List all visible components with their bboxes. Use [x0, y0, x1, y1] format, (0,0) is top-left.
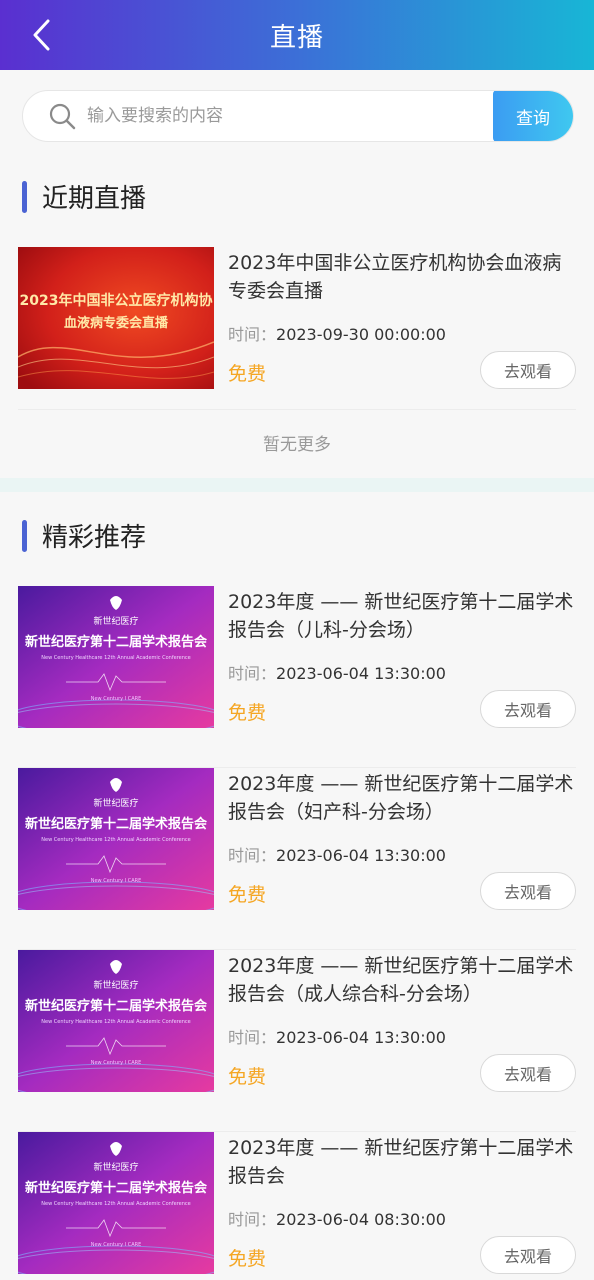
svg-text:New Century Healthcare 12th An: New Century Healthcare 12th Annual Acade…: [41, 655, 190, 661]
item-price: 免费: [228, 1066, 267, 1088]
section-divider: [0, 478, 594, 492]
watch-button[interactable]: 去观看: [480, 690, 576, 728]
search-bar: 查询: [22, 90, 574, 142]
svg-text:New Century Healthcare 12th An: New Century Healthcare 12th Annual Acade…: [41, 837, 190, 843]
section-recent-title: 近期直播: [22, 178, 146, 215]
watch-button[interactable]: 去观看: [480, 872, 576, 910]
item-title: 2023年度 —— 新世纪医疗第十二届学术报告会（成人综合科-分会场）: [228, 955, 574, 1005]
item-price: 免费: [228, 1248, 267, 1270]
section-accent-bar: [22, 519, 27, 552]
svg-text:新世纪医疗第十二届学术报告会: 新世纪医疗第十二届学术报告会: [25, 998, 208, 1014]
list-item[interactable]: 新世纪医疗 新世纪医疗第十二届学术报告会 New Century Healthc…: [18, 950, 576, 1132]
section-featured-label: 精彩推荐: [42, 523, 147, 553]
item-title: 2023年度 —— 新世纪医疗第十二届学术报告会（妇产科-分会场）: [228, 773, 574, 823]
list-item[interactable]: 2023年中国非公立医疗机构协 血液病专委会直播 2023年中国非公立医疗机构协…: [18, 247, 576, 410]
conference-thumbnail: 新世纪医疗 新世纪医疗第十二届学术报告会 New Century Healthc…: [18, 950, 214, 1092]
watch-button[interactable]: 去观看: [480, 1236, 576, 1274]
svg-text:新世纪医疗第十二届学术报告会: 新世纪医疗第十二届学术报告会: [25, 816, 208, 832]
item-title: 2023年中国非公立医疗机构协会血液病专委会直播: [228, 252, 562, 302]
conference-thumbnail: 新世纪医疗 新世纪医疗第十二届学术报告会 New Century Healthc…: [18, 768, 214, 910]
conference-thumbnail: 新世纪医疗 新世纪医疗第十二届学术报告会 New Century Healthc…: [18, 586, 214, 728]
svg-text:新世纪医疗: 新世纪医疗: [93, 615, 138, 627]
chevron-left-icon: [33, 19, 50, 51]
item-title: 2023年度 —— 新世纪医疗第十二届学术报告会（儿科-分会场）: [228, 591, 574, 641]
item-time: 时间：2023-06-04 13:30:00: [228, 1028, 446, 1047]
section-recent-label: 近期直播: [42, 184, 147, 214]
no-more-text: 暂无更多: [263, 435, 331, 455]
list-item[interactable]: 新世纪医疗 新世纪医疗第十二届学术报告会 New Century Healthc…: [18, 1132, 576, 1280]
svg-text:新世纪医疗: 新世纪医疗: [93, 979, 138, 991]
item-price: 免费: [228, 702, 267, 724]
page-title: 直播: [269, 22, 324, 53]
list-item[interactable]: 新世纪医疗 新世纪医疗第十二届学术报告会 New Century Healthc…: [18, 768, 576, 950]
item-title: 2023年度 —— 新世纪医疗第十二届学术报告会: [228, 1137, 574, 1187]
live-thumbnail: 2023年中国非公立医疗机构协 血液病专委会直播: [18, 247, 214, 389]
top-bar: 直播: [0, 0, 594, 70]
svg-text:New Century I CARE: New Century I CARE: [91, 1060, 142, 1066]
svg-text:New Century I CARE: New Century I CARE: [91, 696, 142, 702]
svg-text:新世纪医疗: 新世纪医疗: [93, 797, 138, 809]
section-accent-bar: [22, 180, 27, 213]
search-icon: [49, 103, 76, 130]
item-time: 时间：2023-06-04 08:30:00: [228, 1210, 446, 1229]
item-time: 时间：2023-09-30 00:00:00: [228, 325, 446, 344]
svg-text:血液病专委会直播: 血液病专委会直播: [64, 315, 169, 331]
conference-thumbnail: 新世纪医疗 新世纪医疗第十二届学术报告会 New Century Healthc…: [18, 1132, 214, 1274]
watch-button[interactable]: 去观看: [480, 351, 576, 389]
list-item[interactable]: 新世纪医疗 新世纪医疗第十二届学术报告会 New Century Healthc…: [18, 586, 576, 768]
item-price: 免费: [228, 363, 267, 385]
item-time: 时间：2023-06-04 13:30:00: [228, 846, 446, 865]
search-input[interactable]: [87, 106, 493, 126]
item-time: 时间：2023-06-04 13:30:00: [228, 664, 446, 683]
back-button[interactable]: [20, 14, 64, 56]
svg-text:New Century Healthcare 12th An: New Century Healthcare 12th Annual Acade…: [41, 1019, 190, 1025]
svg-text:2023年中国非公立医疗机构协: 2023年中国非公立医疗机构协: [20, 292, 213, 309]
section-featured-title: 精彩推荐: [22, 517, 146, 554]
svg-text:新世纪医疗第十二届学术报告会: 新世纪医疗第十二届学术报告会: [25, 1180, 208, 1196]
svg-text:新世纪医疗: 新世纪医疗: [93, 1161, 138, 1173]
search-button[interactable]: 查询: [493, 91, 573, 141]
svg-text:New Century Healthcare 12th An: New Century Healthcare 12th Annual Acade…: [41, 1201, 190, 1207]
svg-text:New Century I CARE: New Century I CARE: [91, 1242, 142, 1248]
watch-button[interactable]: 去观看: [480, 1054, 576, 1092]
item-price: 免费: [228, 884, 267, 906]
svg-text:新世纪医疗第十二届学术报告会: 新世纪医疗第十二届学术报告会: [25, 634, 208, 650]
svg-text:New Century I CARE: New Century I CARE: [91, 878, 142, 884]
